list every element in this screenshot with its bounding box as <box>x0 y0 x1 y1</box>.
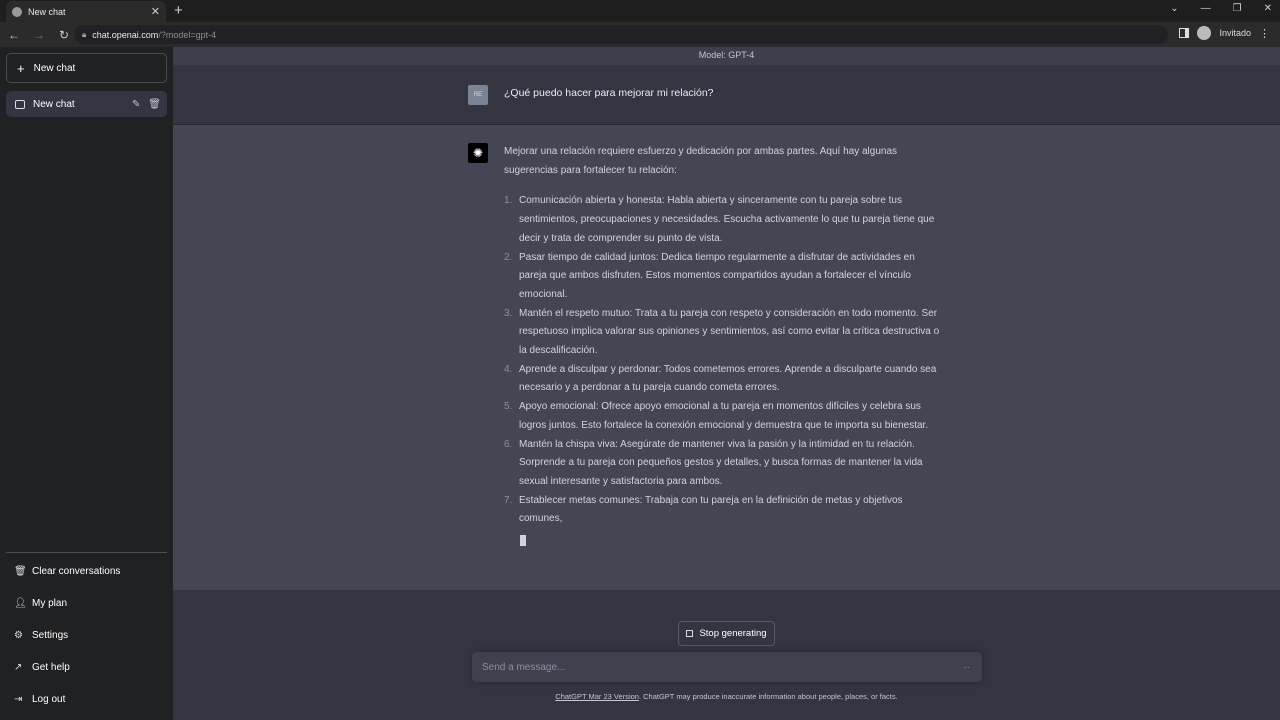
external-link-icon: ↗ <box>14 661 23 673</box>
edit-icon[interactable]: ✎ <box>132 99 140 110</box>
list-item: 2. Pasar tiempo de calidad juntos: Dedica… <box>504 251 915 300</box>
user-icon: 👤︎ <box>14 597 27 609</box>
menu-label: Log out <box>32 693 66 705</box>
stop-label: Stop generating <box>699 628 767 639</box>
list-item: 4. Aprende a disculpar y perdonar: Todos … <box>504 363 937 394</box>
list-item: 6. Mantén la chispa viva: Asegúrate de ma… <box>504 438 923 487</box>
settings-button[interactable]: ⚙ Settings <box>6 622 167 648</box>
user-avatar: RE <box>468 85 488 105</box>
tab-search-icon[interactable]: ⌄ <box>1170 3 1178 14</box>
stop-generating-button[interactable]: Stop generating <box>678 621 775 646</box>
sidebar: + New chat New chat ✎ 🗑︎ 🗑︎ Clear conver… <box>0 47 173 720</box>
list-item: 1. Comunicación abierta y honesta: Habla … <box>504 195 935 244</box>
menu-label: Settings <box>32 629 69 641</box>
lock-icon: 🔒︎ <box>82 29 87 39</box>
new-tab-icon[interactable]: + <box>174 2 183 19</box>
sidebar-divider <box>6 552 167 553</box>
window-controls: ⌄ — ❐ ✕ <box>1170 3 1272 14</box>
assistant-message-body: Mejorar una relación requiere esfuerzo y… <box>504 143 944 554</box>
footer-text: . ChatGPT may produce inaccurate informa… <box>638 692 898 701</box>
typing-cursor <box>520 535 526 547</box>
new-chat-button[interactable]: + New chat <box>6 53 167 83</box>
get-help-button[interactable]: ↗ Get help <box>6 654 167 680</box>
list-item: 3. Mantén el respeto mutuo: Trata a tu pa… <box>504 307 940 357</box>
reload-icon[interactable]: ↻ <box>53 28 75 42</box>
close-window-icon[interactable]: ✕ <box>1264 3 1272 14</box>
openai-favicon-icon <box>12 6 22 17</box>
version-link[interactable]: ChatGPT Mar 23 Version <box>555 692 639 701</box>
chat-main: Model: GPT-4 RE ¿Qué puedo hacer para me… <box>173 47 1280 720</box>
menu-label: Clear conversations <box>32 565 121 577</box>
chat-bubble-icon <box>15 99 25 109</box>
list-item: 5. Apoyo emocional: Ofrece apoyo emociona… <box>504 401 929 431</box>
model-label: Model: GPT-4 <box>173 47 1280 65</box>
assistant-message-row: ✺ Mejorar una relación requiere esfuerzo… <box>173 125 1280 590</box>
address-bar[interactable]: 🔒︎ chat.openai.com /?model=gpt-4 <box>74 25 1168 44</box>
assistant-list: 1. Comunicación abierta y honesta: Habla … <box>504 192 944 529</box>
menu-label: Get help <box>32 661 70 673</box>
new-chat-label: New chat <box>33 62 76 74</box>
sidebar-chat-item[interactable]: New chat ✎ 🗑︎ <box>6 91 167 117</box>
browser-tabbar: New chat ✕ + ⌄ — ❐ ✕ <box>0 0 1280 22</box>
log-out-button[interactable]: ⇥ Log out <box>6 686 167 712</box>
menu-label: My plan <box>32 597 68 609</box>
list-item: 7. Establecer metas comunes: Trabaja con … <box>504 494 903 525</box>
back-icon[interactable]: ← <box>3 28 25 42</box>
restore-icon[interactable]: ❐ <box>1233 3 1242 14</box>
gear-icon: ⚙ <box>14 629 23 641</box>
profile-avatar-icon[interactable] <box>1197 26 1212 40</box>
footer-disclaimer: ChatGPT Mar 23 Version. ChatGPT may prod… <box>173 692 1280 701</box>
profile-label[interactable]: Invitado <box>1219 28 1251 38</box>
user-message-text: ¿Qué puedo hacer para mejorar mi relació… <box>504 87 714 99</box>
my-plan-button[interactable]: 👤︎ My plan <box>6 590 167 616</box>
stop-icon <box>686 630 694 637</box>
url-host: chat.openai.com <box>92 29 159 40</box>
browser-menu-icon[interactable]: ⋮ <box>1259 27 1270 40</box>
browser-navbar: ← → ↻ 🔒︎ chat.openai.com /?model=gpt-4 I… <box>0 22 1280 47</box>
assistant-intro: Mejorar una relación requiere esfuerzo y… <box>504 146 898 176</box>
close-tab-icon[interactable]: ✕ <box>151 5 160 18</box>
message-input[interactable] <box>482 661 964 673</box>
loading-dots-icon: ·· <box>963 661 970 673</box>
message-input-box[interactable]: ·· <box>472 652 982 682</box>
url-path: /?model=gpt-4 <box>158 29 217 40</box>
tab-title: New chat <box>28 6 66 17</box>
trash-icon: 🗑︎ <box>14 565 27 577</box>
user-message-row: RE ¿Qué puedo hacer para mejorar mi rela… <box>173 65 1280 125</box>
trash-icon[interactable]: 🗑︎ <box>148 99 161 110</box>
plus-icon: + <box>17 60 25 76</box>
browser-tab[interactable]: New chat ✕ <box>6 1 166 22</box>
forward-icon[interactable]: → <box>28 28 50 42</box>
chat-item-title: New chat <box>33 98 75 110</box>
logout-icon: ⇥ <box>14 693 23 705</box>
clear-conversations-button[interactable]: 🗑︎ Clear conversations <box>6 558 167 584</box>
side-panel-icon[interactable] <box>1179 28 1190 38</box>
openai-logo-icon: ✺ <box>468 143 488 163</box>
minimize-icon[interactable]: — <box>1201 3 1211 14</box>
